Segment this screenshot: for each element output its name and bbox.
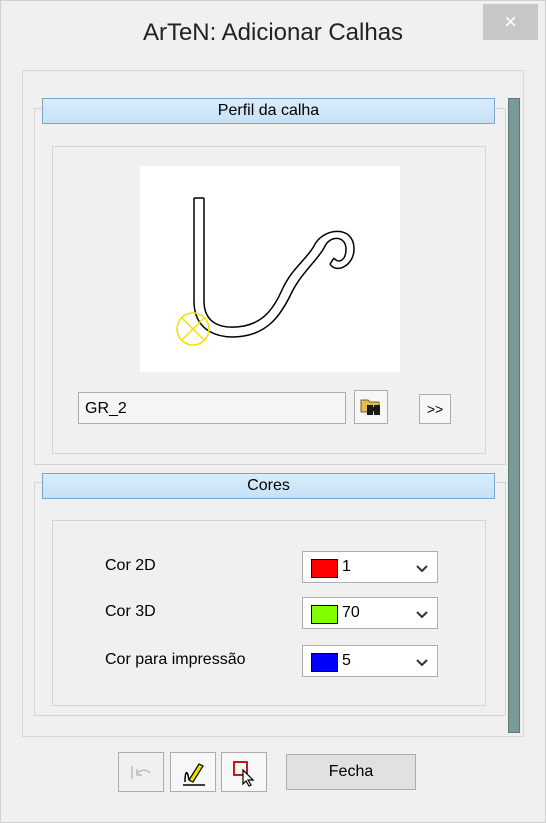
chevron-down-icon xyxy=(416,659,428,667)
colors-section-header: Cores xyxy=(42,473,495,499)
color-2d-swatch xyxy=(311,559,338,578)
color-3d-select[interactable]: 70 xyxy=(302,597,438,629)
close-window-button[interactable]: × xyxy=(483,4,538,40)
edit-button[interactable] xyxy=(170,752,216,792)
chevron-down-icon xyxy=(416,611,428,619)
gutter-profile-drawing xyxy=(176,197,355,346)
select-cursor-icon xyxy=(233,761,255,787)
undo-button[interactable] xyxy=(118,752,164,792)
undo-icon xyxy=(131,766,151,779)
color-3d-swatch xyxy=(311,605,338,624)
window-title: ArTeN: Adicionar Calhas xyxy=(142,19,404,46)
color-print-label: Cor para impressão xyxy=(105,651,246,668)
fecha-button[interactable]: Fecha xyxy=(286,754,416,790)
select-button[interactable] xyxy=(221,752,267,792)
color-3d-label: Cor 3D xyxy=(105,603,156,620)
more-options-button[interactable]: >> xyxy=(419,394,451,424)
color-3d-value: 70 xyxy=(342,604,360,621)
vertical-scrollbar[interactable] xyxy=(508,98,520,733)
insertion-point-marker xyxy=(176,312,210,346)
color-print-value: 5 xyxy=(342,652,351,669)
color-2d-label: Cor 2D xyxy=(105,557,156,574)
color-print-select[interactable]: 5 xyxy=(302,645,438,677)
color-print-swatch xyxy=(311,653,338,672)
binoculars-folder-icon xyxy=(360,399,380,415)
pencil-edit-icon xyxy=(183,763,205,786)
color-2d-value: 1 xyxy=(342,558,351,575)
color-2d-select[interactable]: 1 xyxy=(302,551,438,583)
title-bar: ArTeN: Adicionar Calhas × xyxy=(1,1,545,71)
browse-profile-button[interactable] xyxy=(354,390,388,424)
chevron-down-icon xyxy=(416,565,428,573)
profile-section-header: Perfil da calha xyxy=(42,98,495,124)
profile-name-field[interactable]: GR_2 xyxy=(78,392,346,424)
profile-preview xyxy=(140,166,400,372)
